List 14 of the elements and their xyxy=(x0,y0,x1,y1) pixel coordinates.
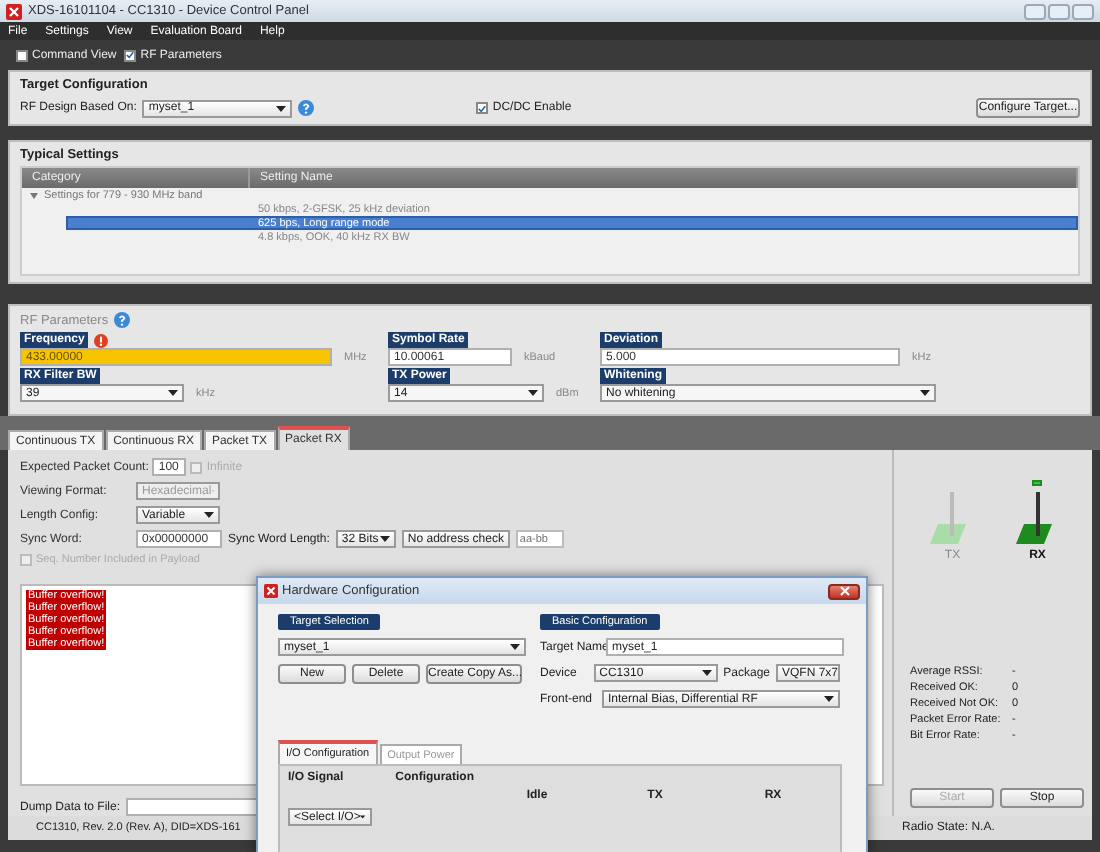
close-button[interactable] xyxy=(828,583,860,599)
restore-button[interactable] xyxy=(1048,3,1070,19)
help-icon[interactable] xyxy=(298,100,315,116)
close-icon xyxy=(839,586,849,596)
minimize-button[interactable] xyxy=(1024,3,1046,19)
app-logo-icon xyxy=(264,584,278,598)
maximize-button[interactable] xyxy=(1072,3,1094,19)
checkbox[interactable] xyxy=(124,49,137,61)
checkbox[interactable] xyxy=(16,49,28,61)
checkbox[interactable] xyxy=(476,102,489,114)
help-icon[interactable] xyxy=(114,312,131,328)
error-icon xyxy=(94,333,109,347)
status-led xyxy=(1032,480,1043,486)
app-logo-icon xyxy=(6,3,22,19)
